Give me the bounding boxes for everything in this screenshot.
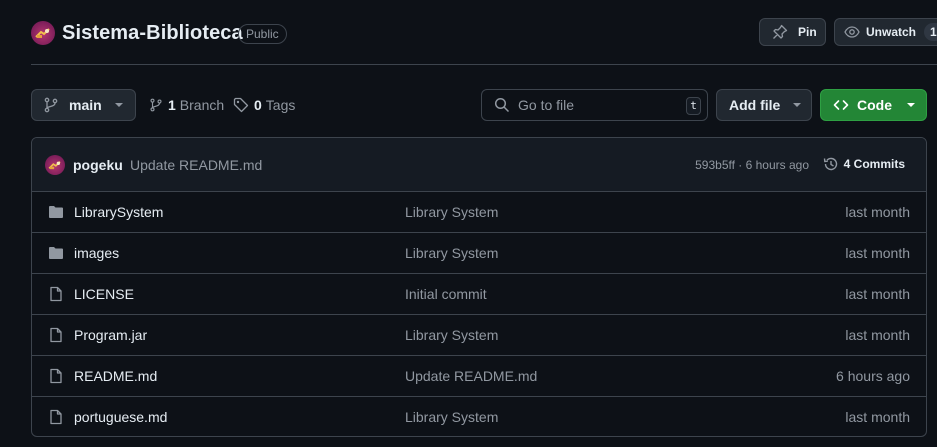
file-name[interactable]: README.md	[74, 368, 157, 384]
branch-select-button[interactable]: main	[31, 89, 136, 121]
latest-commit-bar: pogeku Update README.md 593b5ff · 6 hour…	[32, 138, 926, 192]
eye-icon	[844, 26, 860, 38]
file-date: last month	[845, 245, 910, 261]
unwatch-label: Unwatch	[866, 25, 917, 39]
file-row[interactable]: Program.jar Library System last month	[32, 315, 926, 356]
commits-count-label: 4 Commits	[843, 157, 905, 171]
branches-link[interactable]: 1 Branch	[149, 97, 224, 113]
add-file-label: Add file	[729, 97, 781, 113]
commit-hash-time[interactable]: 593b5ff · 6 hours ago	[695, 158, 809, 172]
file-name[interactable]: images	[74, 245, 119, 261]
commit-message[interactable]: Update README.md	[130, 157, 262, 173]
file-row[interactable]: portuguese.md Library System last month	[32, 397, 926, 436]
code-button[interactable]: Code	[820, 89, 927, 121]
commit-author-avatar[interactable]	[45, 155, 65, 175]
repo-title[interactable]: Sistema-Biblioteca	[62, 22, 243, 45]
file-row[interactable]: LibrarySystem Library System last month	[32, 192, 926, 233]
repo-owner-avatar[interactable]	[31, 21, 55, 45]
avatar-logo-icon	[48, 161, 61, 170]
pin-button[interactable]: Pin	[759, 18, 826, 46]
branches-count: 1	[168, 97, 176, 113]
avatar-logo-icon	[35, 28, 50, 38]
pin-label: Pin	[798, 25, 817, 39]
history-icon	[823, 157, 837, 171]
file-date: last month	[845, 327, 910, 343]
file-commit-message[interactable]: Library System	[405, 245, 498, 261]
file-commit-message[interactable]: Update README.md	[405, 368, 537, 384]
pin-icon	[773, 24, 788, 39]
git-branch-icon	[150, 98, 162, 112]
file-name[interactable]: portuguese.md	[74, 409, 167, 425]
file-name[interactable]: LibrarySystem	[74, 204, 163, 220]
tag-icon	[233, 97, 249, 113]
file-row[interactable]: LICENSE Initial commit last month	[32, 274, 926, 315]
file-name[interactable]: LICENSE	[74, 286, 134, 302]
tags-link[interactable]: 0 Tags	[233, 97, 295, 113]
file-icon	[50, 327, 62, 343]
file-commit-message[interactable]: Library System	[405, 409, 498, 425]
folder-icon	[49, 206, 63, 218]
file-icon	[50, 286, 62, 302]
file-name[interactable]: Program.jar	[74, 327, 147, 343]
go-to-file-input[interactable]	[518, 97, 668, 113]
search-shortcut-key: t	[686, 97, 701, 115]
branches-label: Branch	[179, 97, 225, 113]
repo-header: Sistema-Biblioteca Public Pin Unwatch 1	[0, 0, 937, 65]
file-row[interactable]: images Library System last month	[32, 233, 926, 274]
chevron-down-icon	[793, 103, 802, 107]
watch-count: 1	[924, 23, 937, 41]
add-file-button[interactable]: Add file	[716, 89, 812, 121]
file-date: last month	[845, 409, 910, 425]
commit-author[interactable]: pogeku	[73, 157, 123, 173]
tags-count: 0	[254, 97, 262, 113]
file-icon	[50, 368, 62, 384]
header-divider	[31, 64, 937, 65]
file-browser: pogeku Update README.md 593b5ff · 6 hour…	[31, 137, 927, 437]
file-icon	[50, 409, 62, 425]
file-commit-message[interactable]: Initial commit	[405, 286, 487, 302]
file-commit-message[interactable]: Library System	[405, 204, 498, 220]
file-date: last month	[845, 204, 910, 220]
branch-name: main	[69, 97, 102, 113]
chevron-down-icon	[114, 103, 123, 107]
visibility-badge: Public	[238, 24, 287, 44]
git-branch-icon	[44, 97, 58, 113]
commits-history-link[interactable]: 4 Commits	[823, 156, 905, 172]
go-to-file-search[interactable]: t	[481, 89, 708, 121]
unwatch-button[interactable]: Unwatch 1	[834, 18, 937, 46]
file-row[interactable]: README.md Update README.md 6 hours ago	[32, 356, 926, 397]
chevron-down-icon	[907, 103, 915, 107]
tags-label: Tags	[265, 97, 296, 113]
code-icon	[833, 100, 849, 110]
file-date: 6 hours ago	[836, 368, 910, 384]
folder-icon	[49, 247, 63, 259]
file-commit-message[interactable]: Library System	[405, 327, 498, 343]
search-icon	[494, 97, 510, 113]
file-date: last month	[845, 286, 910, 302]
code-label: Code	[857, 97, 892, 113]
